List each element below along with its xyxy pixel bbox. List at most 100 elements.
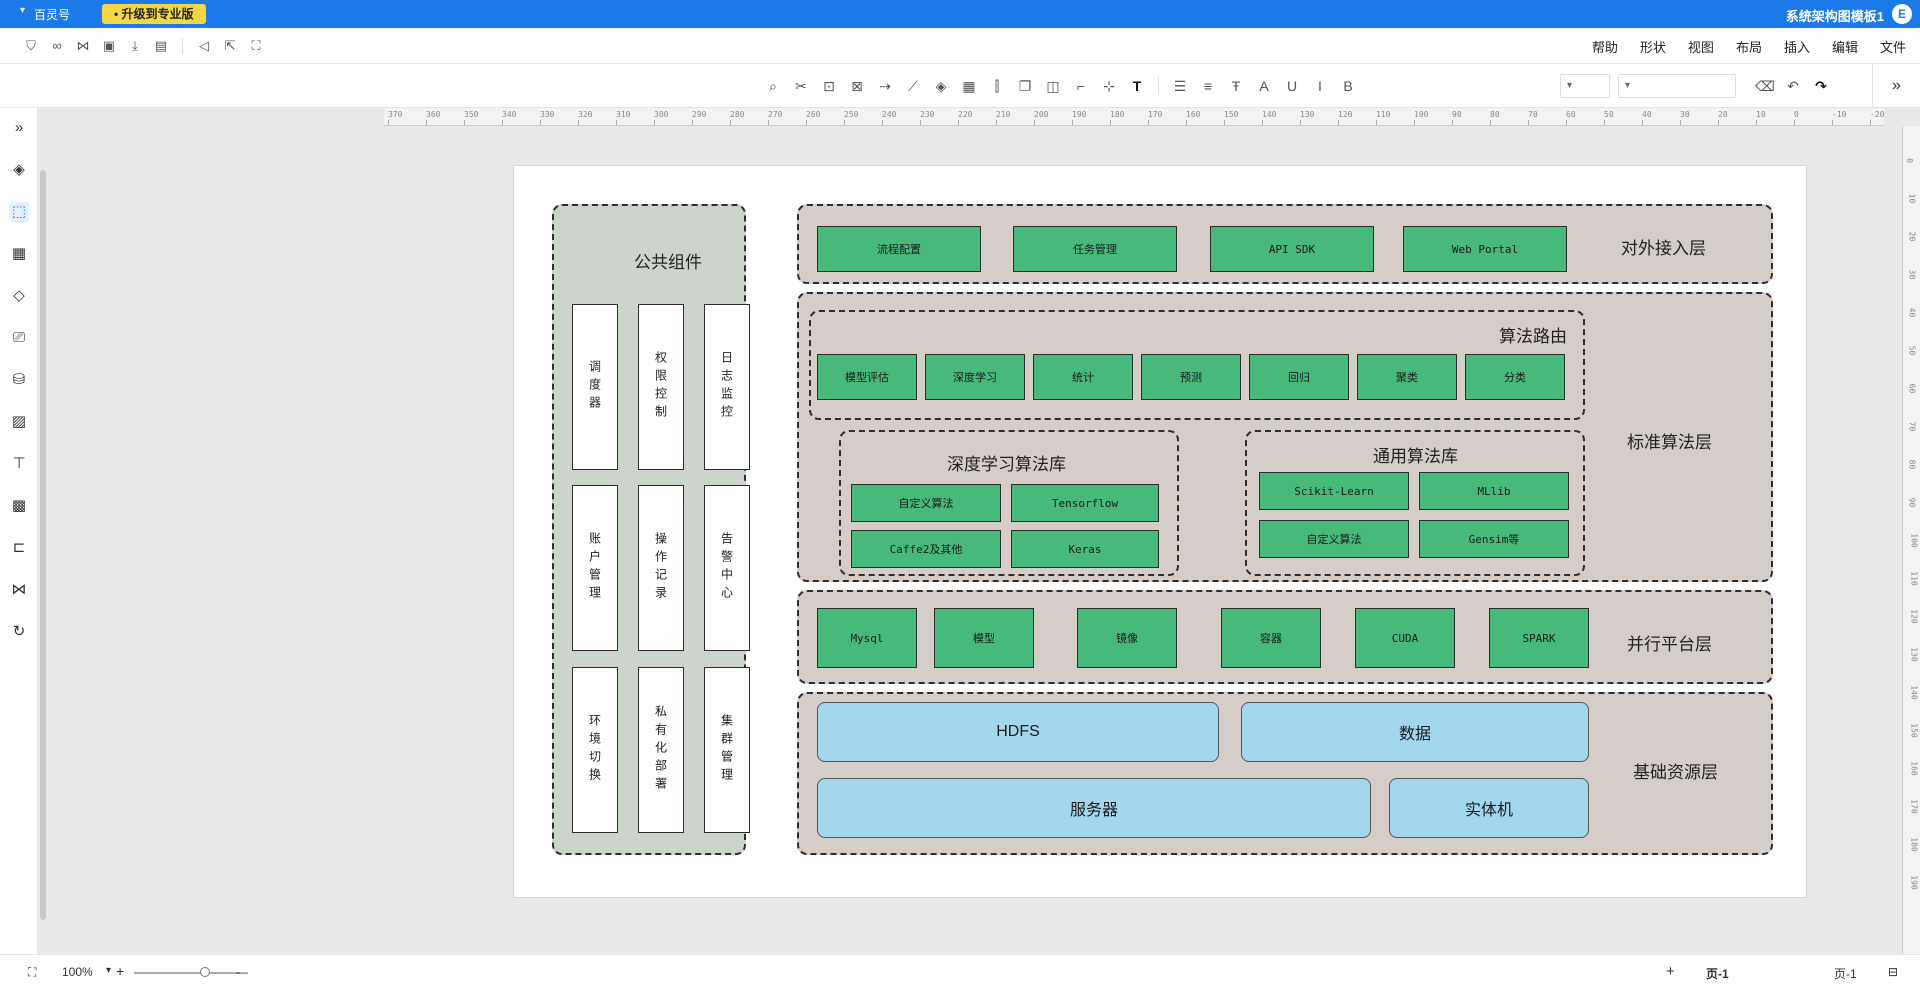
lib-tensorflow[interactable]: Tensorflow: [1011, 484, 1159, 522]
arrange-icon[interactable]: ❐: [1014, 76, 1036, 96]
upgrade-button[interactable]: • 升级到专业版: [102, 4, 206, 24]
font-size-select[interactable]: ▾: [1560, 74, 1610, 98]
mind-map-icon[interactable]: ⋈: [9, 580, 29, 600]
component-cluster-mgmt[interactable]: 集群管理: [704, 667, 750, 833]
play-icon[interactable]: ◁: [195, 37, 213, 55]
presentation-icon[interactable]: ⎚: [9, 328, 29, 348]
parallel-platform-layer[interactable]: 并行平台层 SPARK CUDA 容器 镜像 模型 Mysql: [797, 590, 1773, 684]
route-prediction[interactable]: 预测: [1141, 354, 1241, 400]
route-regression[interactable]: 回归: [1249, 354, 1349, 400]
route-classification[interactable]: 分类: [1465, 354, 1565, 400]
platform-model[interactable]: 模型: [934, 608, 1034, 668]
collapse-sidebar-icon[interactable]: »: [9, 118, 29, 138]
access-layer[interactable]: 对外接入层 Web Portal API SDK 任务管理 流程配置: [797, 204, 1773, 284]
lib-custom-general[interactable]: 自定义算法: [1259, 520, 1409, 558]
image-icon[interactable]: ▨: [9, 412, 29, 432]
menu-file[interactable]: 文件: [1880, 37, 1906, 56]
component-operation-log[interactable]: 操作记录: [638, 485, 684, 651]
save-icon[interactable]: ▤: [152, 37, 170, 55]
menu-help[interactable]: 帮助: [1592, 37, 1618, 56]
component-permission[interactable]: 权限控制: [638, 304, 684, 470]
diagram-page[interactable]: 公共组件 日志监控 权限控制 调度器 告警中心 操作记录 账户管理 集群管理 私…: [513, 165, 1807, 898]
align-icon[interactable]: ⫿: [986, 76, 1008, 96]
text-direction-icon[interactable]: Ŧ: [1225, 76, 1247, 96]
zoom-caret-icon[interactable]: ▾: [106, 965, 111, 976]
undo-icon[interactable]: ↶: [1782, 76, 1804, 96]
lock-icon[interactable]: ⊡: [818, 76, 840, 96]
history-icon[interactable]: ↻: [9, 622, 29, 642]
lib-scikit-learn[interactable]: Scikit-Learn: [1259, 472, 1409, 510]
align-text-icon[interactable]: ≡: [1197, 76, 1219, 96]
page-tab[interactable]: 页-1: [1706, 965, 1729, 982]
deep-learning-library-group[interactable]: 深度学习算法库 Tensorflow 自定义算法 Keras Caffe2及其他: [839, 430, 1179, 576]
text-box-icon[interactable]: T: [1126, 76, 1148, 96]
line-color-icon[interactable]: ⟋: [902, 76, 924, 96]
zoom-slider-track[interactable]: [134, 972, 240, 974]
component-env-switch[interactable]: 环境切换: [572, 667, 618, 833]
add-page-button[interactable]: +: [1666, 963, 1675, 980]
fit-page-icon[interactable]: ⛶: [28, 965, 36, 980]
route-statistics[interactable]: 统计: [1033, 354, 1133, 400]
route-deep-learning[interactable]: 深度学习: [925, 354, 1025, 400]
user-name[interactable]: 百灵号: [34, 6, 70, 23]
underline-icon[interactable]: U: [1281, 76, 1303, 96]
zoom-value[interactable]: 100%: [62, 965, 93, 979]
resource-hdfs[interactable]: HDFS: [817, 702, 1219, 762]
resource-physical-machine[interactable]: 实体机: [1389, 778, 1589, 838]
platform-container[interactable]: 容器: [1221, 608, 1321, 668]
route-clustering[interactable]: 聚类: [1357, 354, 1457, 400]
lib-mllib[interactable]: MLlib: [1419, 472, 1569, 510]
italic-icon[interactable]: I: [1309, 76, 1331, 96]
connector-icon[interactable]: ⌐: [1070, 76, 1092, 96]
crop-icon[interactable]: ⊠: [846, 76, 868, 96]
menu-shape[interactable]: 形状: [1640, 37, 1666, 56]
glasses-icon[interactable]: ∞: [48, 37, 66, 55]
shape-select-icon[interactable]: ⬚: [9, 202, 29, 222]
general-library-group[interactable]: 通用算法库 MLlib Scikit-Learn Gensim等 自定义算法: [1245, 430, 1585, 576]
item-api-sdk[interactable]: API SDK: [1210, 226, 1374, 272]
format-icon[interactable]: ⊏: [9, 538, 29, 558]
bold-icon[interactable]: B: [1337, 76, 1359, 96]
redo-icon[interactable]: ↷: [1810, 76, 1832, 96]
page-list-icon[interactable]: ⊟: [1888, 965, 1898, 979]
resource-server[interactable]: 服务器: [817, 778, 1371, 838]
image-icon[interactable]: ▣: [100, 37, 118, 55]
fill-color-icon[interactable]: ◈: [930, 76, 952, 96]
component-account-mgmt[interactable]: 账户管理: [572, 485, 618, 651]
component-private-deploy[interactable]: 私有化部署: [638, 667, 684, 833]
common-components-panel[interactable]: 公共组件 日志监控 权限控制 调度器 告警中心 操作记录 账户管理 集群管理 私…: [552, 204, 750, 855]
lib-keras[interactable]: Keras: [1011, 530, 1159, 568]
line-spacing-icon[interactable]: ☰: [1169, 76, 1191, 96]
component-scheduler[interactable]: 调度器: [572, 304, 618, 470]
menu-layout[interactable]: 布局: [1736, 37, 1762, 56]
waypoint-icon[interactable]: ⊹: [1098, 76, 1120, 96]
expand-panel-icon[interactable]: »: [1872, 64, 1920, 108]
format-painter-icon[interactable]: ⌫: [1754, 76, 1776, 96]
font-family-select[interactable]: ▾: [1618, 74, 1736, 98]
fullscreen-icon[interactable]: ⛶: [247, 37, 265, 55]
font-color-icon[interactable]: A: [1253, 76, 1275, 96]
platform-cuda[interactable]: CUDA: [1355, 608, 1455, 668]
tools-icon[interactable]: ✂: [790, 76, 812, 96]
current-page-label[interactable]: 页-1: [1834, 965, 1857, 982]
algorithm-layer[interactable]: 标准算法层 算法路由 分类 聚类 回归 预测 统计 深度学习 模型评估 通用算法…: [797, 292, 1773, 582]
pointer-icon[interactable]: ⇱: [221, 37, 239, 55]
zoom-in-button[interactable]: +: [116, 963, 124, 979]
route-model-eval[interactable]: 模型评估: [817, 354, 917, 400]
item-web-portal[interactable]: Web Portal: [1403, 226, 1567, 272]
layers-icon[interactable]: ◇: [9, 286, 29, 306]
base-resource-layer[interactable]: 基础资源层 数据 HDFS 实体机 服务器: [797, 692, 1773, 855]
line-style-icon[interactable]: ⇢: [874, 76, 896, 96]
component-alert-center[interactable]: 告警中心: [704, 485, 750, 651]
document-title[interactable]: 系统架构图模板1: [1786, 6, 1884, 25]
item-flow-config[interactable]: 流程配置: [817, 226, 981, 272]
lib-custom-dl[interactable]: 自定义算法: [851, 484, 1001, 522]
share-icon[interactable]: ⋈: [74, 37, 92, 55]
menu-edit[interactable]: 编辑: [1832, 37, 1858, 56]
search-icon[interactable]: ⌕: [762, 76, 784, 96]
position-icon[interactable]: ◫: [1042, 76, 1064, 96]
platform-image[interactable]: 镜像: [1077, 608, 1177, 668]
group-icon[interactable]: ▦: [958, 76, 980, 96]
item-task-mgmt[interactable]: 任务管理: [1013, 226, 1177, 272]
component-icon[interactable]: ▩: [9, 496, 29, 516]
